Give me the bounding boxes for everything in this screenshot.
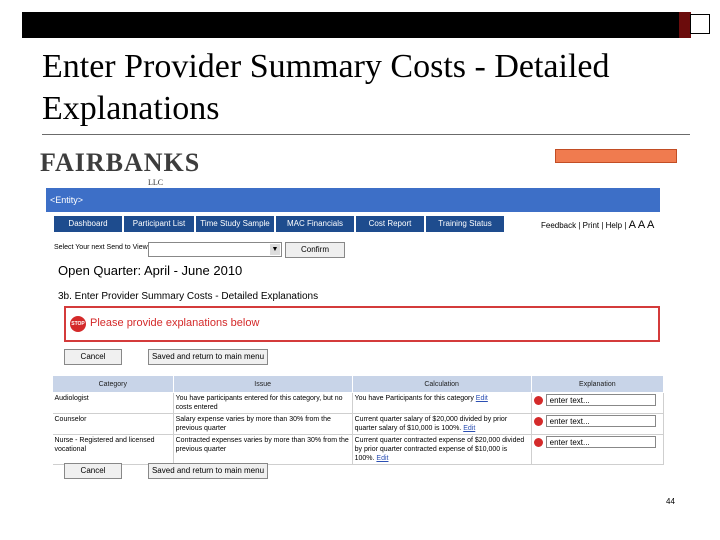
header-calculation: Calculation xyxy=(351,375,532,393)
stop-icon xyxy=(533,417,543,426)
category-cell: Audiologist xyxy=(52,392,174,414)
explanation-input[interactable]: enter text... xyxy=(545,436,656,448)
explanations-table: Category Issue Calculation Explanation A… xyxy=(52,375,665,465)
issue-cell: You have participants entered for this c… xyxy=(173,392,353,414)
explanation-input[interactable]: enter text... xyxy=(545,415,656,427)
calculation-cell: Current quarter contracted expense of $2… xyxy=(352,434,532,465)
cancel-button-top[interactable]: Cancel xyxy=(64,349,122,365)
stop-icon xyxy=(533,438,543,447)
alert-box: STOP Please provide explanations below xyxy=(64,306,660,342)
entity-bar: <Entity> xyxy=(46,188,660,212)
logo-suffix: LLC xyxy=(148,178,164,187)
title-bar-decoration xyxy=(22,12,691,38)
text-size-controls[interactable]: A A A xyxy=(629,219,655,231)
stop-icon: STOP xyxy=(70,316,86,332)
header-category: Category xyxy=(52,375,174,393)
category-cell: Counselor xyxy=(52,413,174,435)
table-row: Counselor Salary expense varies by more … xyxy=(52,413,665,435)
view-select[interactable]: ▼ xyxy=(148,242,282,257)
category-cell: Nurse - Registered and licensed vocation… xyxy=(52,434,174,465)
issue-cell: Contracted expenses varies by more than … xyxy=(173,434,353,465)
fairbanks-logo: FAIRBANKS LLC xyxy=(40,148,201,187)
help-link[interactable]: Help xyxy=(606,221,622,230)
calculation-text: Current quarter salary of $20,000 divide… xyxy=(354,416,508,432)
main-nav: Dashboard Participant List Time Study Sa… xyxy=(54,216,504,232)
tab-participant-list[interactable]: Participant List xyxy=(124,216,194,232)
slide-title: Enter Provider Summary Costs - Detailed … xyxy=(42,48,610,127)
utility-links: Feedback | Print | Help | A A A xyxy=(541,219,655,231)
stop-icon xyxy=(533,396,543,405)
edit-link[interactable]: Edit xyxy=(463,425,475,432)
table-header-row: Category Issue Calculation Explanation xyxy=(52,375,665,393)
corner-square xyxy=(690,14,710,34)
edit-link[interactable]: Edit xyxy=(376,455,388,462)
alert-message: Please provide explanations below xyxy=(90,317,260,329)
save-button-top[interactable]: Saved and return to main menu xyxy=(148,349,268,365)
chevron-down-icon[interactable]: ▼ xyxy=(270,244,280,255)
explanation-input[interactable]: enter text... xyxy=(545,394,656,406)
table-row: Nurse - Registered and licensed vocation… xyxy=(52,434,665,465)
calculation-cell: You have Participants for this category … xyxy=(352,392,532,414)
header-explanation: Explanation xyxy=(530,375,665,393)
tab-time-study-sample[interactable]: Time Study Sample xyxy=(196,216,274,232)
header-issue: Issue xyxy=(172,375,353,393)
save-button-bottom[interactable]: Saved and return to main menu xyxy=(148,463,268,479)
title-divider xyxy=(42,134,690,135)
print-link[interactable]: Print xyxy=(583,221,599,230)
explanation-cell: enter text... xyxy=(531,392,665,414)
table-row: Audiologist You have participants entere… xyxy=(52,392,665,414)
edit-link[interactable]: Edit xyxy=(476,395,488,402)
page-number: 44 xyxy=(666,497,675,506)
tab-dashboard[interactable]: Dashboard xyxy=(54,216,122,232)
tab-cost-report[interactable]: Cost Report xyxy=(356,216,424,232)
logo-text: FAIRBANKS xyxy=(40,148,201,177)
orange-button[interactable] xyxy=(555,149,677,163)
issue-cell: Salary expense varies by more than 30% f… xyxy=(173,413,353,435)
confirm-button[interactable]: Confirm xyxy=(285,242,345,258)
calculation-cell: Current quarter salary of $20,000 divide… xyxy=(352,413,532,435)
section-title: 3b. Enter Provider Summary Costs - Detai… xyxy=(58,291,319,302)
explanation-cell: enter text... xyxy=(531,413,665,435)
select-label: Select Your next Send to View xyxy=(54,244,148,251)
feedback-link[interactable]: Feedback xyxy=(541,221,576,230)
open-quarter-heading: Open Quarter: April - June 2010 xyxy=(58,263,243,278)
tab-mac-financials[interactable]: MAC Financials xyxy=(276,216,354,232)
cancel-button-bottom[interactable]: Cancel xyxy=(64,463,122,479)
tab-training-status[interactable]: Training Status xyxy=(426,216,504,232)
explanation-cell: enter text... xyxy=(531,434,665,465)
calculation-text: You have Participants for this category xyxy=(354,395,476,402)
